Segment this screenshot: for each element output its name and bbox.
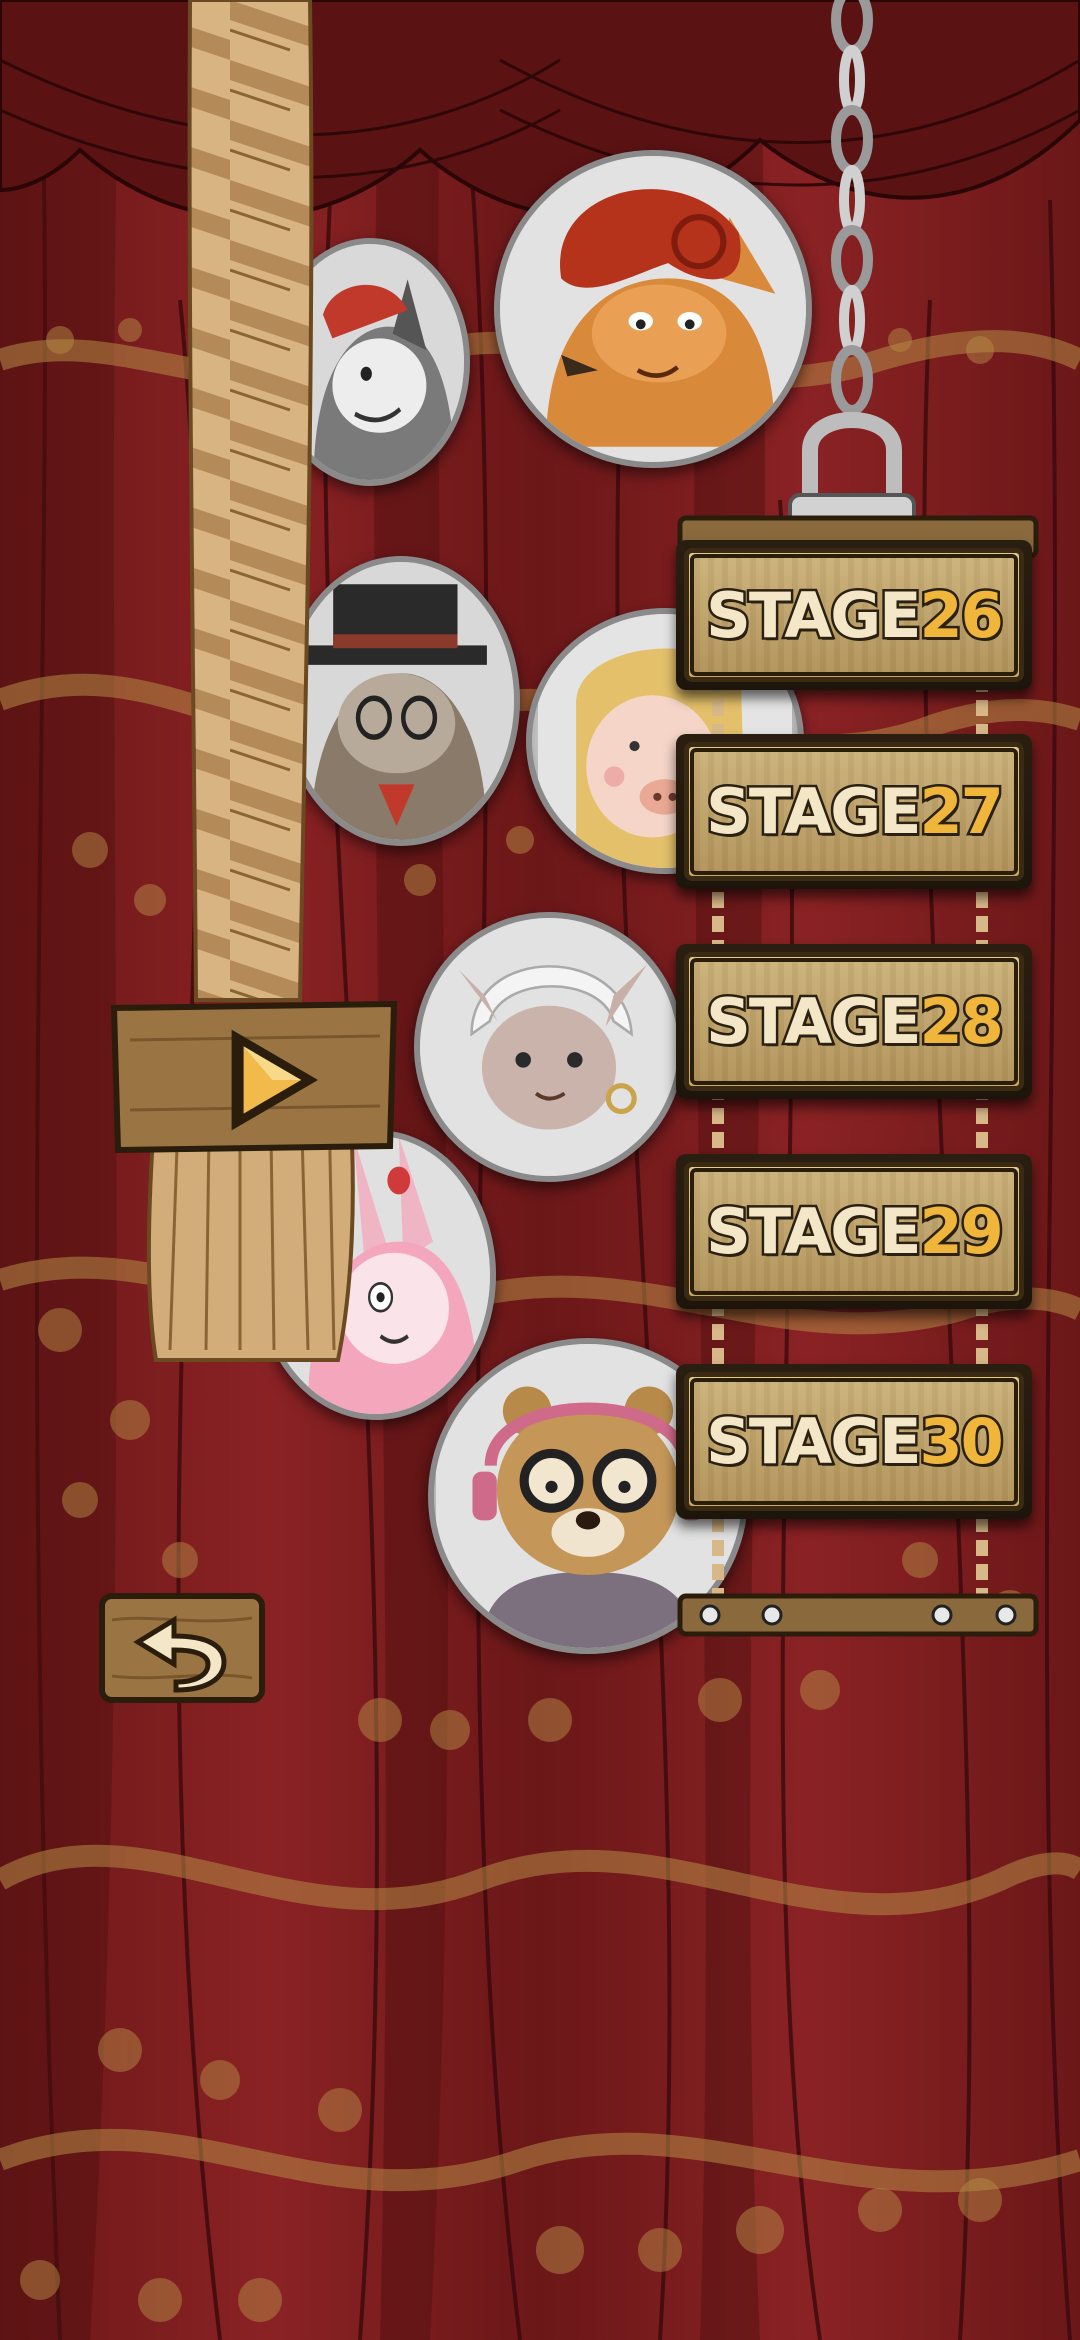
stage-30-button[interactable]: STAGE 30 (676, 1364, 1032, 1519)
stage-28-label: STAGE (704, 983, 924, 1061)
curtain-rope (110, 0, 398, 1362)
stage-28-number: 28 (917, 983, 1006, 1061)
back-button[interactable] (98, 1590, 266, 1706)
stage-28-button[interactable]: STAGE 28 (676, 944, 1032, 1099)
stage-29-button[interactable]: STAGE 29 (676, 1154, 1032, 1309)
stage-29-number: 29 (917, 1193, 1006, 1271)
stage-27-label: STAGE (704, 773, 924, 851)
game-screen: STAGE 26 STAGE 27 STAGE 28 STAGE 29 STAGE 30 (0, 0, 1080, 2340)
play-button[interactable] (210, 1020, 330, 1140)
chain (831, 0, 873, 415)
stage-26-button[interactable]: STAGE 26 (676, 540, 1032, 690)
stage-26-number: 26 (917, 576, 1006, 654)
stage-27-number: 27 (917, 773, 1006, 851)
stage-26-label: STAGE (704, 576, 924, 654)
stage-27-button[interactable]: STAGE 27 (676, 734, 1032, 889)
stage-30-label: STAGE (704, 1403, 924, 1481)
play-triangle-icon (231, 1029, 318, 1131)
stage-29-label: STAGE (704, 1193, 924, 1271)
portrait-hairless-cat (414, 912, 684, 1182)
stage-30-number: 30 (917, 1403, 1006, 1481)
